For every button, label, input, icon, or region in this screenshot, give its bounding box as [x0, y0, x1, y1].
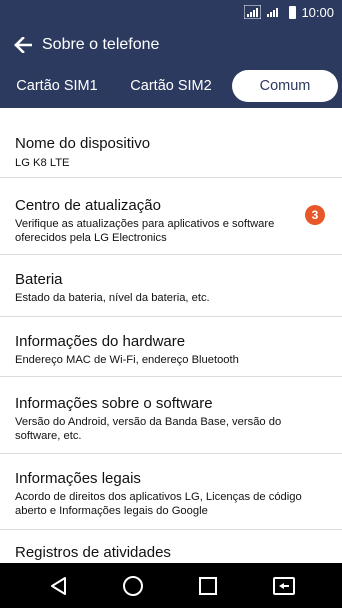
update-count-badge: 3: [305, 205, 325, 225]
item-title: Registros de atividades: [15, 544, 171, 561]
back-triangle-icon: [51, 576, 66, 595]
tab-bar: Cartão SIM1 Cartão SIM2 Comum: [0, 70, 342, 102]
battery-icon: [289, 5, 297, 19]
item-subtitle: LG K8 LTE: [15, 157, 70, 169]
title-row: Sobre o telefone: [0, 24, 342, 66]
dual-window-icon: [273, 576, 295, 595]
item-subtitle: Endereço MAC de Wi-Fi, endereço Bluetoot…: [15, 354, 239, 366]
signal-icon: [244, 5, 262, 19]
back-button[interactable]: [0, 24, 36, 66]
item-subtitle: Estado da bateria, nível da bateria, etc…: [15, 292, 210, 304]
signal-icon: [267, 8, 279, 17]
nav-recents-button[interactable]: [183, 563, 233, 608]
arrow-left-icon: [14, 37, 32, 53]
status-time: 10:00: [301, 4, 334, 20]
item-title: Bateria: [15, 271, 63, 288]
item-title: Centro de atualização: [15, 197, 161, 214]
list-item-update-center[interactable]: Centro de atualização Verifique as atual…: [0, 178, 342, 255]
item-subtitle: Versão do Android, versão da Banda Base,…: [15, 416, 282, 442]
page-title: Sobre o telefone: [42, 36, 160, 53]
home-circle-icon: [123, 575, 143, 596]
list-item-hardware-info[interactable]: Informações do hardware Endereço MAC de …: [0, 317, 342, 377]
list-item-legal-info[interactable]: Informações legais Acordo de direitos do…: [0, 454, 342, 530]
item-title: Informações do hardware: [15, 333, 186, 350]
list-item-device-name[interactable]: Nome do dispositivo LG K8 LTE: [0, 120, 342, 178]
item-title: Informações legais: [15, 470, 141, 487]
list-item-software-info[interactable]: Informações sobre o software Versão do A…: [0, 377, 342, 454]
status-bar: 10:00: [0, 0, 342, 24]
list-item-battery[interactable]: Bateria Estado da bateria, nível da bate…: [0, 255, 342, 317]
nav-back-button[interactable]: [33, 563, 83, 608]
navigation-bar: [0, 563, 342, 608]
recents-square-icon: [199, 576, 217, 595]
nav-home-button[interactable]: [108, 563, 158, 608]
tab-sim1[interactable]: Cartão SIM1: [4, 70, 110, 102]
tab-common[interactable]: Comum: [232, 70, 338, 102]
tab-sim2[interactable]: Cartão SIM2: [118, 70, 224, 102]
item-title: Informações sobre o software: [15, 395, 213, 412]
item-title: Nome do dispositivo: [15, 135, 151, 152]
item-subtitle: Verifique as atualizações para aplicativ…: [15, 218, 275, 244]
app-bar: Sobre o telefone Cartão SIM1 Cartão SIM2…: [0, 24, 342, 108]
item-subtitle: Acordo de direitos dos aplicativos LG, L…: [15, 491, 302, 517]
nav-dual-window-button[interactable]: [259, 563, 309, 608]
